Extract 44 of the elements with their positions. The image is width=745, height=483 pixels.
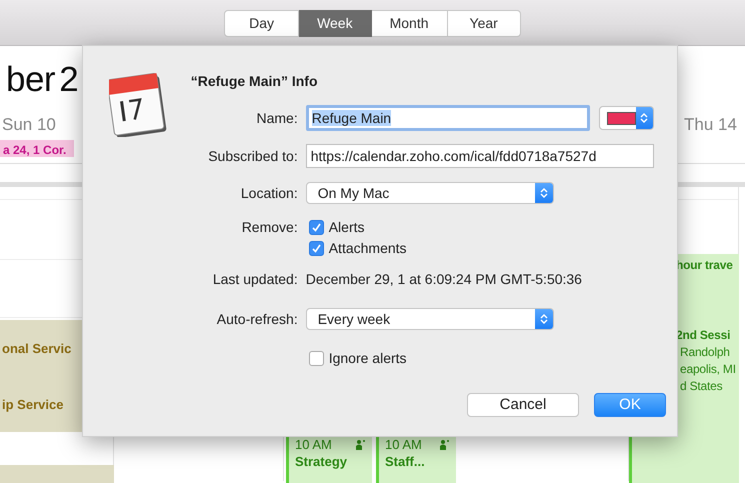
all-day-event[interactable]: a 24, 1 Cor. bbox=[0, 140, 74, 157]
view-tab[interactable]: Month bbox=[372, 10, 448, 37]
popup-button[interactable]: Every week bbox=[306, 308, 554, 330]
view-tab[interactable]: Week bbox=[299, 10, 372, 37]
field-label: Subscribed to: bbox=[208, 148, 298, 164]
event-title: Staff... bbox=[385, 453, 426, 470]
popup-button[interactable]: On My Mac bbox=[306, 182, 554, 204]
stepper-icon bbox=[540, 187, 548, 199]
calendar-app-icon bbox=[109, 73, 167, 137]
url-field[interactable]: https://calendar.zoho.com/ical/fdd0718a7527d bbox=[306, 144, 654, 168]
field-label: Name: bbox=[256, 110, 298, 126]
checkbox[interactable]: Ignore alerts bbox=[308, 348, 407, 368]
event-time: 10 AM bbox=[385, 436, 422, 453]
dialog-title: “Refuge Main” Info bbox=[190, 72, 318, 91]
event-location: eapolis, MI bbox=[679, 361, 737, 378]
event-title: Strategy bbox=[295, 453, 348, 470]
field-label: Last updated: bbox=[212, 271, 298, 287]
day-heading: Thu 14 bbox=[684, 115, 737, 134]
event-block[interactable] bbox=[0, 465, 114, 483]
updated-value: December 29, 1 at 6:09:24 PM GMT-5:50:36 bbox=[306, 270, 582, 289]
color-popup[interactable] bbox=[598, 106, 654, 130]
event-location: d States bbox=[679, 378, 724, 395]
checkbox[interactable]: Attachments bbox=[308, 238, 407, 258]
field-label: Location: bbox=[240, 184, 298, 200]
people-icon bbox=[439, 439, 450, 450]
field-label: Remove: bbox=[242, 219, 298, 235]
field-label: Auto-refresh: bbox=[216, 310, 298, 326]
stepper-icon bbox=[640, 112, 648, 124]
view-tab[interactable]: Day bbox=[224, 10, 300, 37]
dialog-button[interactable]: Cancel bbox=[467, 393, 579, 417]
month-title: ber 2 bbox=[6, 60, 78, 99]
event-title: ip Service bbox=[2, 396, 64, 413]
event-block[interactable] bbox=[629, 434, 739, 483]
stepper-icon bbox=[540, 313, 548, 325]
event-title: onal Servic bbox=[2, 340, 72, 357]
checkbox[interactable]: Alerts bbox=[308, 217, 407, 237]
event-location: Randolph bbox=[679, 344, 731, 361]
name-field[interactable]: Refuge Main bbox=[306, 105, 590, 131]
event-time: 10 AM bbox=[295, 436, 332, 453]
people-icon bbox=[355, 439, 366, 450]
day-heading: Sun 10 bbox=[2, 115, 56, 134]
view-tab[interactable]: Year bbox=[448, 10, 521, 37]
check-icon bbox=[310, 242, 322, 254]
check-icon bbox=[310, 222, 322, 232]
